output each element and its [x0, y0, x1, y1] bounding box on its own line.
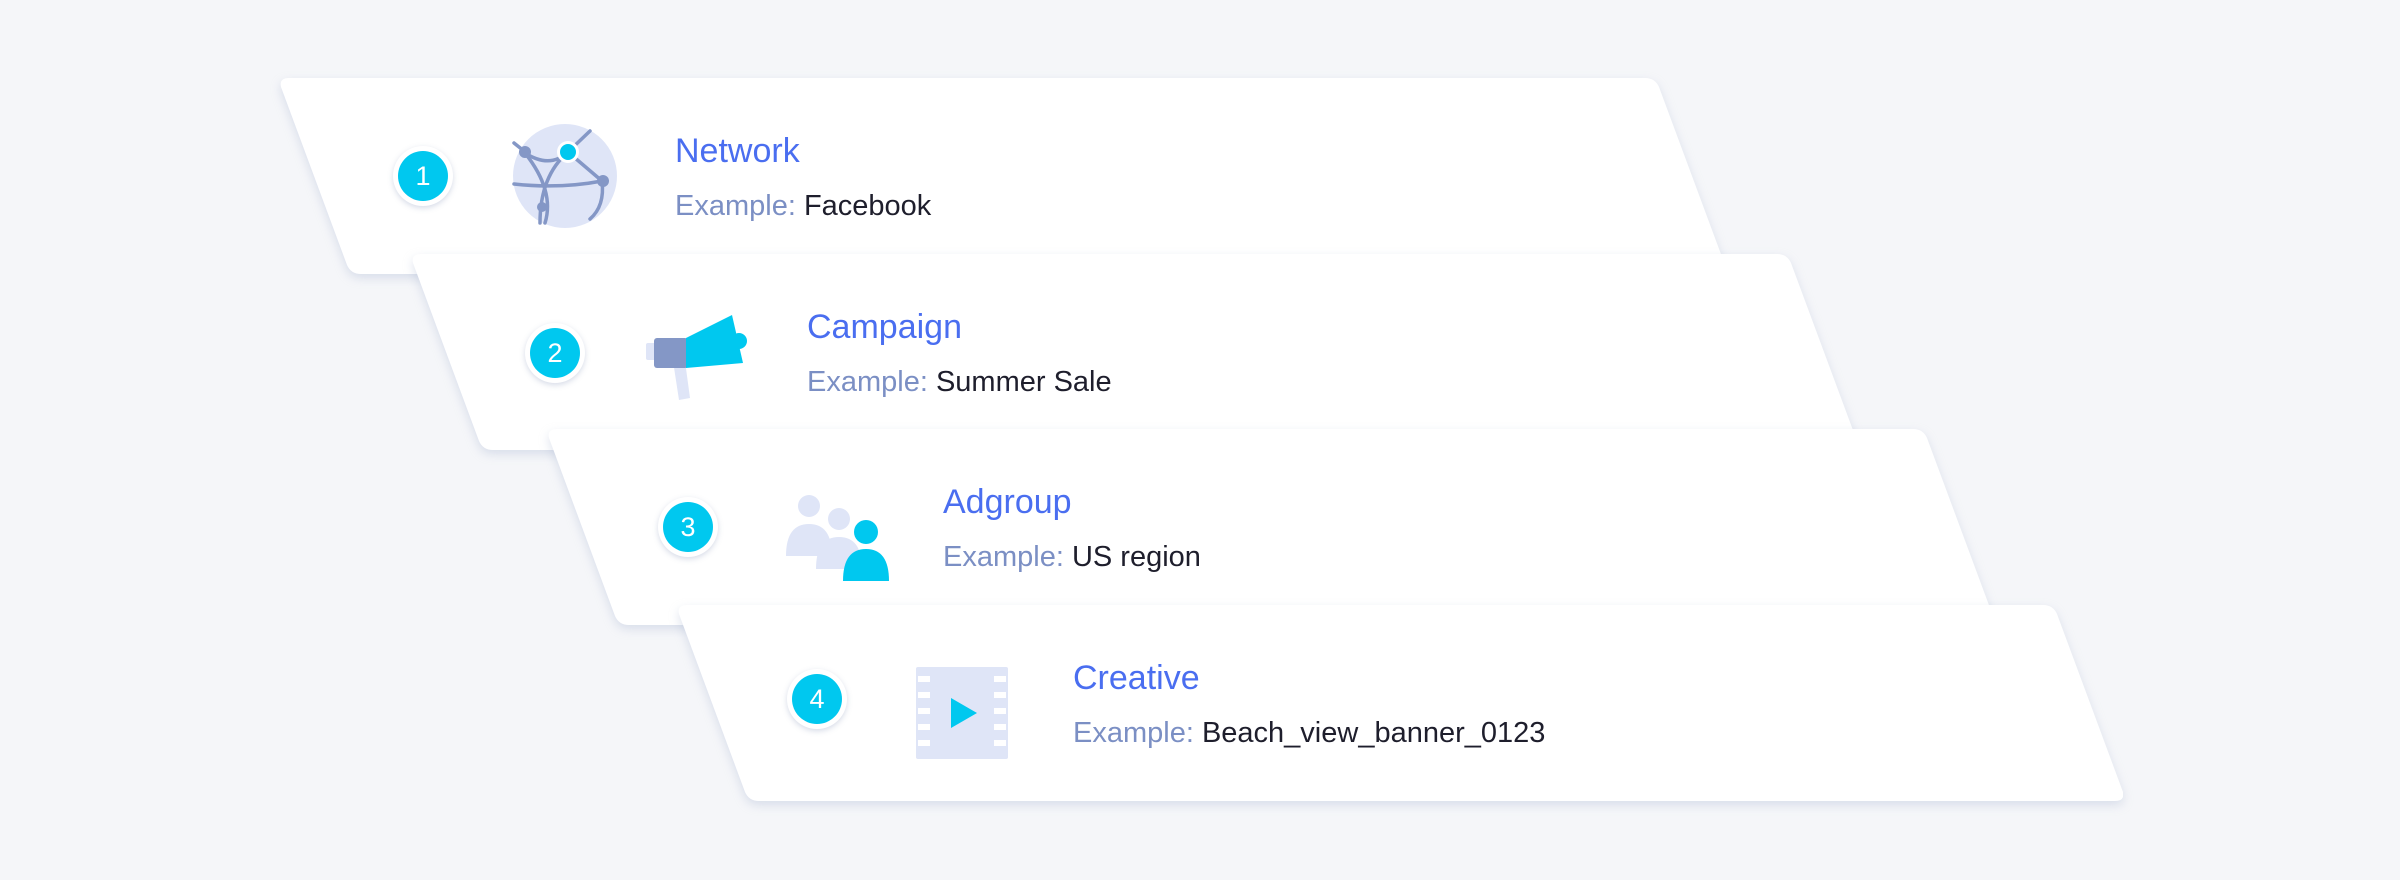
- card-background: [543, 429, 1993, 625]
- level-title: Network: [675, 132, 800, 170]
- step-number: 1: [398, 151, 448, 201]
- step-badge: 1: [393, 146, 453, 206]
- card-background: [407, 254, 1857, 450]
- level-example: Example: Summer Sale: [807, 366, 1112, 399]
- user-group-icon: [782, 472, 892, 582]
- level-example: Example: Facebook: [675, 190, 931, 223]
- example-label: Example:: [675, 190, 796, 222]
- level-title: Campaign: [807, 308, 962, 346]
- step-badge: 4: [787, 669, 847, 729]
- level-card-creative: 4 Creative Example: Beach_view_banner_01…: [673, 605, 2123, 801]
- example-label: Example:: [943, 541, 1064, 573]
- example-label: Example:: [807, 366, 928, 398]
- level-card-network: 1 Network Example: Facebook: [275, 78, 1725, 274]
- example-value: Facebook: [803, 190, 932, 222]
- example-value: US region: [1071, 541, 1201, 573]
- card-background: [275, 78, 1725, 274]
- card-background: [673, 605, 2123, 801]
- step-number: 2: [530, 328, 580, 378]
- level-title: Adgroup: [943, 483, 1072, 521]
- level-example: Example: US region: [943, 541, 1201, 574]
- level-card-campaign: 2 Campaign Example: Summer Sale: [407, 254, 1857, 450]
- level-title: Creative: [1073, 659, 1200, 697]
- globe-network-icon: [510, 121, 620, 231]
- step-badge: 2: [525, 323, 585, 383]
- example-label: Example:: [1073, 717, 1194, 749]
- video-film-icon: [914, 658, 1024, 768]
- step-number: 4: [792, 674, 842, 724]
- step-number: 3: [663, 502, 713, 552]
- level-example: Example: Beach_view_banner_0123: [1073, 717, 1545, 750]
- level-card-adgroup: 3 Adgroup Example: US region: [543, 429, 1993, 625]
- step-badge: 3: [658, 497, 718, 557]
- example-value: Beach_view_banner_0123: [1201, 717, 1546, 749]
- example-value: Summer Sale: [935, 366, 1112, 398]
- megaphone-icon: [642, 298, 752, 408]
